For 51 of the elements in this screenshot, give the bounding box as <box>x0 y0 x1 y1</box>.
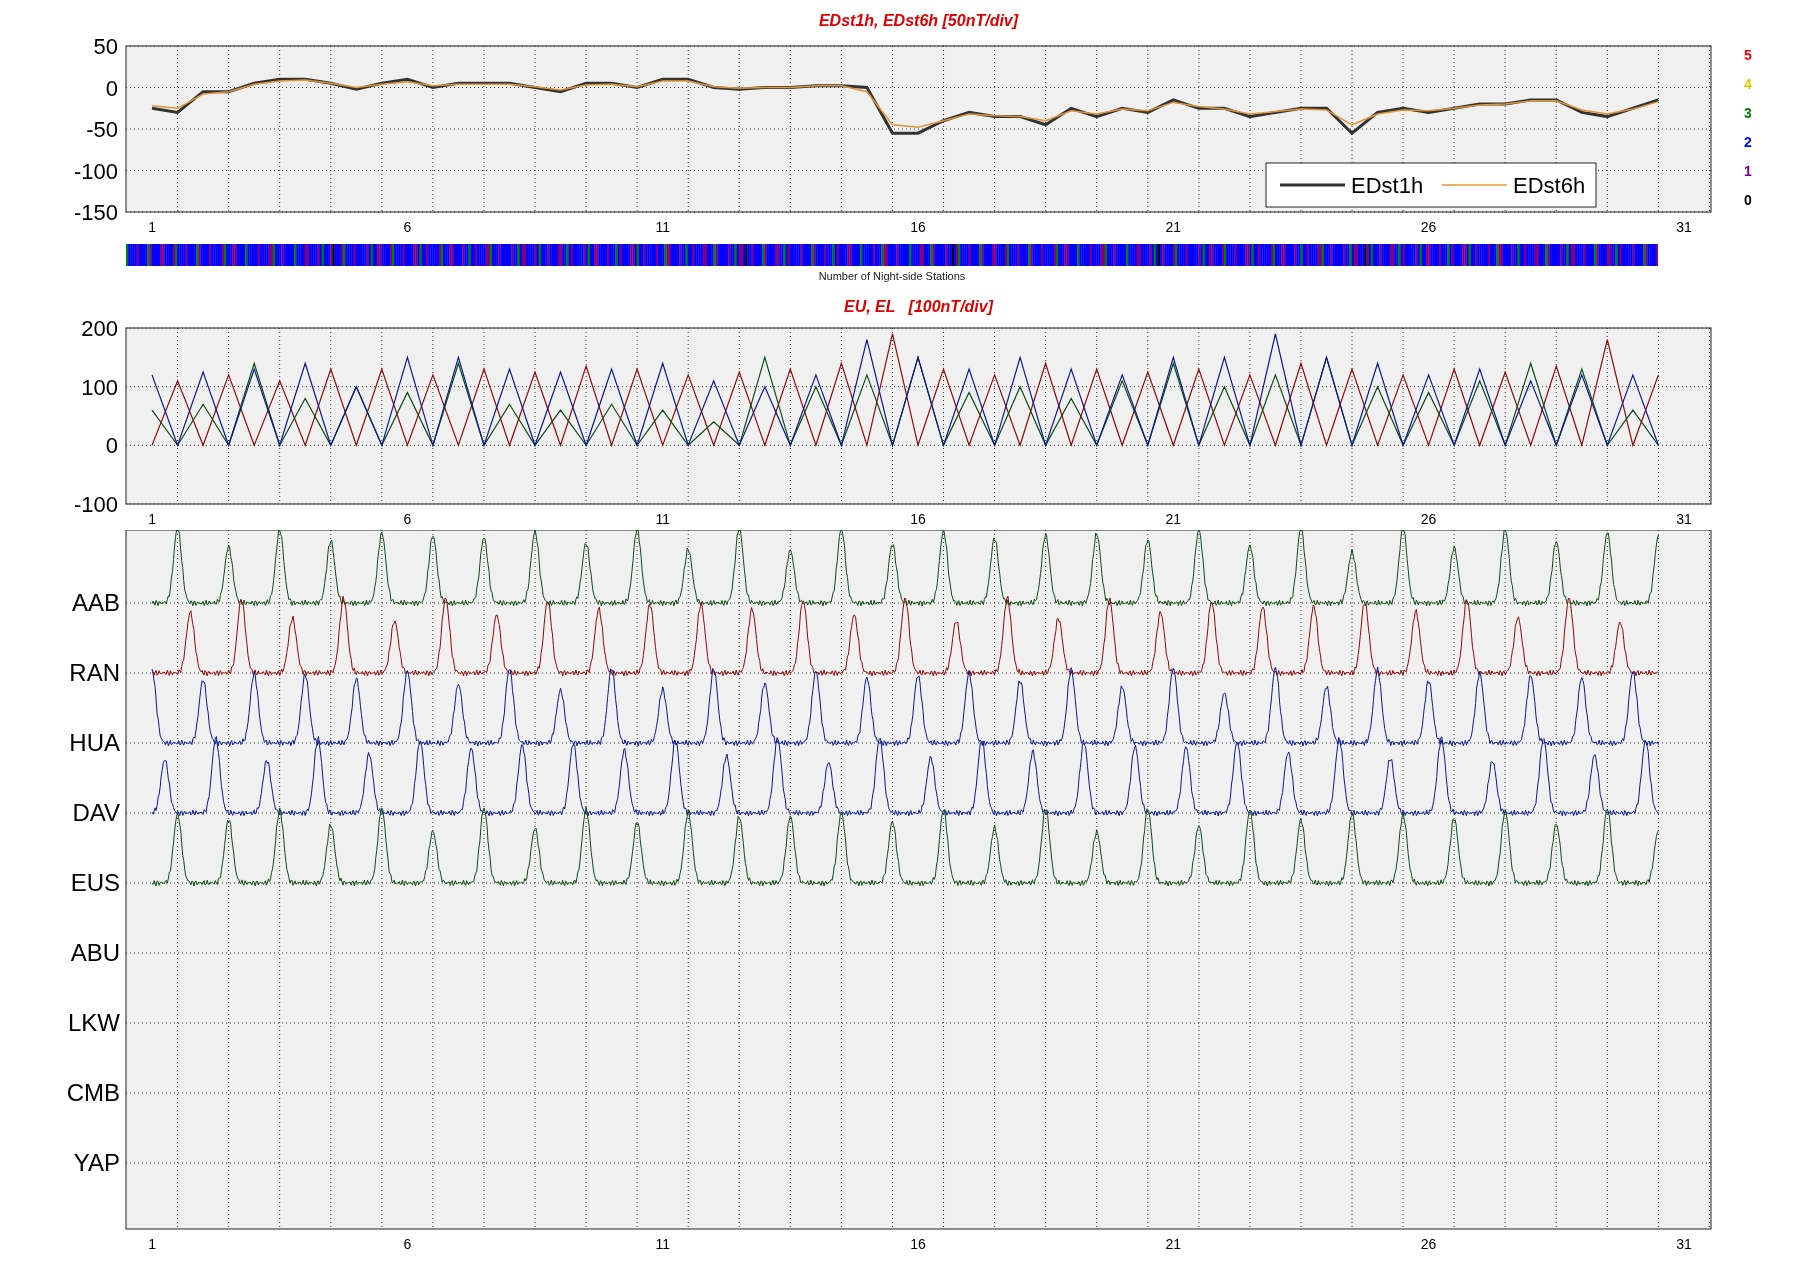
axis-tick-label: 16 <box>910 511 926 527</box>
legend-number: 4 <box>1744 75 1752 94</box>
station-label: DAV <box>72 799 120 826</box>
station-label: CMB <box>66 1079 120 1106</box>
strip-caption: Number of Night-side Stations <box>818 270 966 282</box>
axis-tick-label: 6 <box>403 219 412 235</box>
station-label: AAB <box>71 589 120 616</box>
legend-number: 3 <box>1744 104 1752 123</box>
axis-tick-label: 6 <box>403 511 412 527</box>
axis-tick-label: 31 <box>1676 1236 1692 1252</box>
axis-tick-label: 21 <box>1165 219 1182 235</box>
axis-tick-label: 11 <box>655 219 670 235</box>
axis-tick-label: 1 <box>148 1236 156 1252</box>
axis-tick-label: 0 <box>105 433 118 459</box>
axis-tick-label: -100 <box>73 158 118 184</box>
axis-tick-label: 0 <box>105 75 118 101</box>
axis-tick-label: 26 <box>1420 511 1437 527</box>
axis-tick-label: 31 <box>1676 219 1692 235</box>
chart-title: EDst1h, EDst6h [50nT/div] <box>818 12 1019 29</box>
axis-tick-label: 16 <box>910 219 926 235</box>
axis-tick-label: 11 <box>655 511 670 527</box>
axis-tick-label: 1 <box>148 219 156 235</box>
axis-tick-label: 31 <box>1676 511 1692 527</box>
legend-label: EDst1h <box>1351 173 1424 198</box>
axis-tick-label: 21 <box>1165 1236 1182 1252</box>
axis-tick-label: 26 <box>1420 1236 1437 1252</box>
legend-number: 2 <box>1744 133 1752 152</box>
station-label: HUA <box>69 729 120 756</box>
station-label: EUS <box>70 869 120 896</box>
axis-tick-label: 1 <box>148 511 156 527</box>
axis-tick-label: -100 <box>73 492 118 517</box>
legend-number: 0 <box>1744 191 1752 210</box>
axis-tick-label: 21 <box>1165 511 1182 527</box>
legend-label: EDst6h <box>1513 173 1586 198</box>
axis-tick-label: 16 <box>910 1236 926 1252</box>
chart-title: EU, EL [100nT/div] <box>843 298 994 315</box>
axis-tick-label: 50 <box>93 36 118 59</box>
station-label: RAN <box>69 659 120 686</box>
axis-tick-label: 100 <box>81 374 118 400</box>
axis-tick-label: 11 <box>655 1236 670 1252</box>
axis-tick-label: 6 <box>403 1236 412 1252</box>
station-label: ABU <box>70 939 120 966</box>
axis-tick-label: -50 <box>86 117 118 142</box>
axis-tick-label: -150 <box>73 200 118 225</box>
station-label: LKW <box>68 1009 120 1036</box>
legend-swatch <box>1280 183 1345 187</box>
legend-number: 1 <box>1744 162 1752 181</box>
legend-number: 5 <box>1744 46 1752 65</box>
axis-tick-label: 200 <box>81 318 118 341</box>
axis-tick-label: 26 <box>1420 219 1437 235</box>
station-label: YAP <box>73 1149 120 1176</box>
